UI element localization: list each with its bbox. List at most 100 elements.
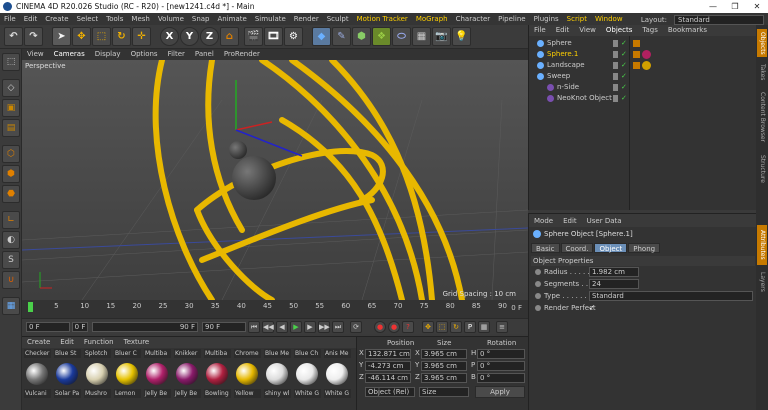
- position-field[interactable]: 132.871 cm: [365, 349, 411, 359]
- points-mode-icon[interactable]: ⬡: [2, 145, 20, 163]
- vp-menu-filter[interactable]: Filter: [163, 49, 190, 60]
- material-swatch[interactable]: Multiba Bowling: [204, 349, 231, 398]
- enabled-check-icon[interactable]: ✓: [621, 93, 627, 104]
- menu-motion-tracker[interactable]: Motion Tracker: [353, 13, 412, 25]
- select-arrow-icon[interactable]: ➤: [52, 27, 71, 46]
- mat-menu-create[interactable]: Create: [22, 337, 55, 348]
- loop-icon[interactable]: ⟳: [350, 321, 362, 333]
- radius-anim-dot[interactable]: [535, 269, 541, 275]
- autokey-icon[interactable]: ●: [388, 321, 400, 333]
- prev-frame-icon[interactable]: ◀: [276, 321, 288, 333]
- menu-select[interactable]: Select: [73, 13, 103, 25]
- object-row[interactable]: NeoKnot Object ✓: [529, 93, 757, 104]
- start-frame-field[interactable]: 0 F: [26, 322, 70, 332]
- object-row[interactable]: Sweep ✓: [529, 71, 757, 82]
- obj-menu-file[interactable]: File: [529, 25, 551, 36]
- obj-menu-bookmarks[interactable]: Bookmarks: [663, 25, 712, 36]
- size-field[interactable]: 3.965 cm: [421, 373, 467, 383]
- material-swatch[interactable]: Multiba Jelly Be: [144, 349, 171, 398]
- prev-key-icon[interactable]: ◀◀: [262, 321, 274, 333]
- floor-icon[interactable]: ▦: [412, 27, 431, 46]
- undo-icon[interactable]: ↶: [4, 27, 23, 46]
- sphere-object[interactable]: [229, 141, 247, 159]
- sidetab-takes[interactable]: Takes: [757, 61, 767, 83]
- maximize-button[interactable]: ❐: [724, 0, 746, 13]
- menu-render[interactable]: Render: [290, 13, 323, 25]
- menu-plugins[interactable]: Plugins: [530, 13, 563, 25]
- position-field[interactable]: -4.273 cm: [365, 361, 411, 371]
- vp-menu-display[interactable]: Display: [90, 49, 126, 60]
- next-key-icon[interactable]: ▶▶: [318, 321, 330, 333]
- tag-icon[interactable]: [633, 40, 640, 47]
- goto-start-icon[interactable]: ⏮: [248, 321, 260, 333]
- range-end-field[interactable]: 90 F: [92, 322, 198, 332]
- make-editable-icon[interactable]: ⬚: [2, 53, 20, 71]
- material-swatch[interactable]: Splotch Mushro: [84, 349, 111, 398]
- vp-menu-panel[interactable]: Panel: [190, 49, 219, 60]
- size-mode-dropdown[interactable]: Size: [419, 387, 469, 397]
- material-swatch[interactable]: Bluer C Lemon: [114, 349, 141, 398]
- material-swatch[interactable]: Chrome Yellow: [234, 349, 261, 398]
- vp-menu-view[interactable]: View: [22, 49, 49, 60]
- attr-menu-mode[interactable]: Mode: [529, 217, 558, 225]
- x-axis-button[interactable]: X: [160, 27, 179, 46]
- rotation-field[interactable]: 0 °: [477, 361, 525, 371]
- sidetab-attributes[interactable]: Attributes: [757, 225, 767, 265]
- material-swatch[interactable]: Blue Me shiny wl: [264, 349, 291, 398]
- menu-sculpt[interactable]: Sculpt: [323, 13, 353, 25]
- size-field[interactable]: 3.965 cm: [421, 349, 467, 359]
- layout-dropdown[interactable]: Standard: [674, 15, 764, 25]
- visibility-dots-icon[interactable]: [613, 84, 618, 91]
- material-swatch[interactable]: Anis Me White G: [324, 349, 351, 398]
- z-axis-button[interactable]: Z: [200, 27, 219, 46]
- light-icon[interactable]: 💡: [452, 27, 471, 46]
- menu-character[interactable]: Character: [452, 13, 495, 25]
- visibility-dots-icon[interactable]: [613, 40, 618, 47]
- size-field[interactable]: 3.965 cm: [421, 361, 467, 371]
- obj-menu-objects[interactable]: Objects: [601, 25, 637, 36]
- material-swatch[interactable]: Knikker Jelly Be: [174, 349, 201, 398]
- attr-menu-user-data[interactable]: User Data: [582, 217, 627, 225]
- vp-menu-options[interactable]: Options: [126, 49, 163, 60]
- play-icon[interactable]: ▶: [290, 321, 302, 333]
- axis-mode-icon[interactable]: ∟: [2, 211, 20, 229]
- visibility-dots-icon[interactable]: [613, 62, 618, 69]
- object-row[interactable]: Sphere ✓: [529, 38, 757, 49]
- attr-menu-edit[interactable]: Edit: [558, 217, 582, 225]
- tag-icon[interactable]: [633, 51, 640, 58]
- material-tag-icon[interactable]: [642, 50, 651, 59]
- sidetab-layers[interactable]: Layers: [757, 269, 767, 295]
- enabled-check-icon[interactable]: ✓: [621, 60, 627, 71]
- rotation-field[interactable]: 0 °: [477, 373, 525, 383]
- workplane-icon[interactable]: ▤: [2, 119, 20, 137]
- enabled-check-icon[interactable]: ✓: [621, 38, 627, 49]
- material-swatch[interactable]: Blue Ch White G: [294, 349, 321, 398]
- tab-coord[interactable]: Coord.: [560, 243, 594, 253]
- mat-menu-function[interactable]: Function: [79, 337, 119, 348]
- object-row[interactable]: Sphere.1 ✓: [529, 49, 757, 60]
- rotate-icon[interactable]: ↻: [112, 27, 131, 46]
- type-anim-dot[interactable]: [535, 293, 541, 299]
- sidetab-content-browser[interactable]: Content Browser: [757, 87, 767, 147]
- y-axis-button[interactable]: Y: [180, 27, 199, 46]
- cloner-icon[interactable]: ❖: [372, 27, 391, 46]
- visibility-dots-icon[interactable]: [613, 73, 618, 80]
- type-dropdown[interactable]: Standard: [589, 291, 753, 301]
- tweak-mode-icon[interactable]: ◐: [2, 231, 20, 249]
- record-keys-icon[interactable]: ●: [374, 321, 386, 333]
- deformer-icon[interactable]: ⬭: [392, 27, 411, 46]
- apply-button[interactable]: Apply: [475, 386, 525, 398]
- render-picture-viewer-icon[interactable]: 🎞: [264, 27, 283, 46]
- next-frame-icon[interactable]: ▶: [304, 321, 316, 333]
- tab-object[interactable]: Object: [594, 243, 628, 253]
- goto-end-icon[interactable]: ⏭: [332, 321, 344, 333]
- vp-menu-prorender[interactable]: ProRender: [219, 49, 265, 60]
- enabled-check-icon[interactable]: ✓: [621, 49, 627, 60]
- obj-menu-edit[interactable]: Edit: [551, 25, 575, 36]
- rotation-field[interactable]: 0 °: [477, 349, 525, 359]
- timeline-ruler[interactable]: 051015202530354045505560657075808590 0 F: [22, 300, 528, 318]
- cube-icon[interactable]: ◆: [312, 27, 331, 46]
- subdivision-icon[interactable]: ⬢: [352, 27, 371, 46]
- position-field[interactable]: -46.114 cm: [365, 373, 411, 383]
- enable-snap-icon[interactable]: ∪: [2, 271, 20, 289]
